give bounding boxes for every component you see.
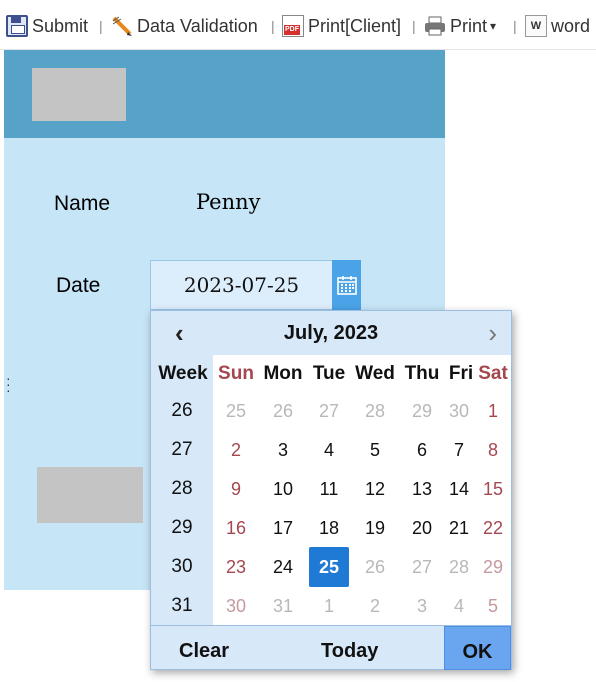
day-cell[interactable]: 1 bbox=[311, 589, 347, 623]
name-label: Name bbox=[54, 192, 111, 215]
week-number: 27 bbox=[171, 439, 193, 460]
day-cell[interactable]: 9 bbox=[218, 472, 254, 506]
ok-button[interactable]: OK bbox=[444, 626, 511, 670]
date-picker-popup: ‹ July, 2023 › Week Sun Mon Tue Wed Thu … bbox=[150, 310, 512, 670]
button-placeholder[interactable] bbox=[37, 467, 143, 523]
day-cell[interactable]: 5 bbox=[357, 433, 393, 467]
day-cell[interactable]: 4 bbox=[311, 433, 347, 467]
day-cell[interactable]: 28 bbox=[357, 394, 393, 428]
day-cell[interactable]: 2 bbox=[218, 433, 254, 467]
weekday-header-mon: Mon bbox=[263, 363, 303, 384]
day-cell[interactable]: 3 bbox=[404, 589, 440, 623]
weekday-header-sat: Sat bbox=[478, 363, 508, 384]
submit-label: Submit bbox=[32, 15, 89, 36]
day-cell[interactable]: 14 bbox=[441, 472, 477, 506]
week-number: 31 bbox=[171, 595, 193, 616]
date-label: Date bbox=[56, 274, 101, 297]
date-input[interactable]: 2023-07-25 bbox=[150, 260, 333, 310]
day-cell[interactable]: 19 bbox=[357, 511, 393, 545]
day-cell[interactable]: 7 bbox=[441, 433, 477, 467]
week-number: 29 bbox=[171, 517, 193, 538]
date-picker-header: ‹ July, 2023 › bbox=[151, 311, 511, 355]
print-button[interactable]: Print ▾ bbox=[424, 12, 496, 40]
print-client-label: Print[Client] bbox=[308, 15, 402, 36]
data-validation-label: Data Validation bbox=[137, 15, 258, 36]
pdf-icon bbox=[282, 15, 304, 37]
print-client-button[interactable]: Print[Client] bbox=[282, 12, 401, 40]
date-picker-footer: Clear Today OK bbox=[151, 625, 511, 670]
submit-button[interactable]: Submit bbox=[6, 12, 88, 40]
day-cell[interactable]: 17 bbox=[265, 511, 301, 545]
day-cell[interactable]: 6 bbox=[404, 433, 440, 467]
word-label: word bbox=[551, 15, 591, 36]
day-cell[interactable]: 1 bbox=[475, 394, 511, 428]
day-cell[interactable]: 16 bbox=[218, 511, 254, 545]
day-cell[interactable]: 29 bbox=[475, 550, 511, 584]
chevron-down-icon: ▾ bbox=[490, 19, 497, 33]
toolbar-separator: | bbox=[99, 18, 103, 34]
day-cell[interactable]: 30 bbox=[218, 589, 254, 623]
day-cell[interactable]: 22 bbox=[475, 511, 511, 545]
name-value: Penny bbox=[196, 190, 261, 214]
day-cell[interactable]: 3 bbox=[265, 433, 301, 467]
next-month-button[interactable]: › bbox=[488, 319, 497, 347]
word-icon: W bbox=[525, 15, 547, 37]
print-label: Print bbox=[450, 15, 488, 36]
day-cell[interactable]: 2 bbox=[357, 589, 393, 623]
printer-icon bbox=[424, 15, 446, 37]
day-cell[interactable]: 29 bbox=[404, 394, 440, 428]
day-cell[interactable]: 8 bbox=[475, 433, 511, 467]
day-cell[interactable]: 27 bbox=[404, 550, 440, 584]
logo-placeholder bbox=[32, 68, 126, 121]
data-validation-button[interactable]: Data Validation bbox=[111, 12, 258, 40]
weekday-header-tue: Tue bbox=[312, 363, 346, 384]
day-cell[interactable]: 24 bbox=[265, 550, 301, 584]
word-export-button[interactable]: W word bbox=[525, 12, 590, 40]
weekday-header-sun: Sun bbox=[218, 363, 254, 384]
drag-handle-icon[interactable]: · · · bbox=[6, 371, 11, 397]
day-cell[interactable]: 28 bbox=[441, 550, 477, 584]
day-cell[interactable]: 27 bbox=[311, 394, 347, 428]
day-cell[interactable]: 31 bbox=[265, 589, 301, 623]
day-cell[interactable]: 15 bbox=[475, 472, 511, 506]
week-number: 26 bbox=[171, 400, 193, 421]
toolbar-separator: | bbox=[271, 18, 275, 34]
day-cell[interactable]: 23 bbox=[218, 550, 254, 584]
toolbar-separator: | bbox=[412, 18, 416, 34]
calendar-icon bbox=[336, 276, 357, 295]
day-cell[interactable]: 18 bbox=[311, 511, 347, 545]
day-cell[interactable]: 4 bbox=[441, 589, 477, 623]
weekday-header-thu: Thu bbox=[404, 363, 440, 384]
clear-button[interactable]: Clear bbox=[179, 626, 229, 670]
day-cell[interactable]: 26 bbox=[357, 550, 393, 584]
day-cell[interactable]: 25 bbox=[218, 394, 254, 428]
selected-day-cell[interactable]: 25 bbox=[309, 547, 349, 587]
toolbar: Submit | Data Validation | Print[Client]… bbox=[0, 0, 596, 50]
week-number: 30 bbox=[171, 556, 193, 577]
day-cell[interactable]: 21 bbox=[441, 511, 477, 545]
day-cell[interactable]: 20 bbox=[404, 511, 440, 545]
week-number: 28 bbox=[171, 478, 193, 499]
week-header: Week bbox=[158, 363, 208, 384]
today-button[interactable]: Today bbox=[321, 626, 378, 670]
day-cell[interactable]: 5 bbox=[475, 589, 511, 623]
day-cell[interactable]: 13 bbox=[404, 472, 440, 506]
weekday-header-fri: Fri bbox=[448, 363, 474, 384]
day-cell[interactable]: 30 bbox=[441, 394, 477, 428]
month-title[interactable]: July, 2023 bbox=[151, 322, 511, 345]
day-cell[interactable]: 26 bbox=[265, 394, 301, 428]
toolbar-separator: | bbox=[513, 18, 517, 34]
day-cell[interactable]: 10 bbox=[265, 472, 301, 506]
day-cell[interactable]: 12 bbox=[357, 472, 393, 506]
day-cell[interactable]: 11 bbox=[311, 472, 347, 506]
save-icon bbox=[6, 15, 28, 37]
pencil-ruler-icon bbox=[111, 15, 133, 37]
weekday-header-wed: Wed bbox=[355, 363, 395, 384]
calendar-button[interactable] bbox=[332, 260, 361, 310]
